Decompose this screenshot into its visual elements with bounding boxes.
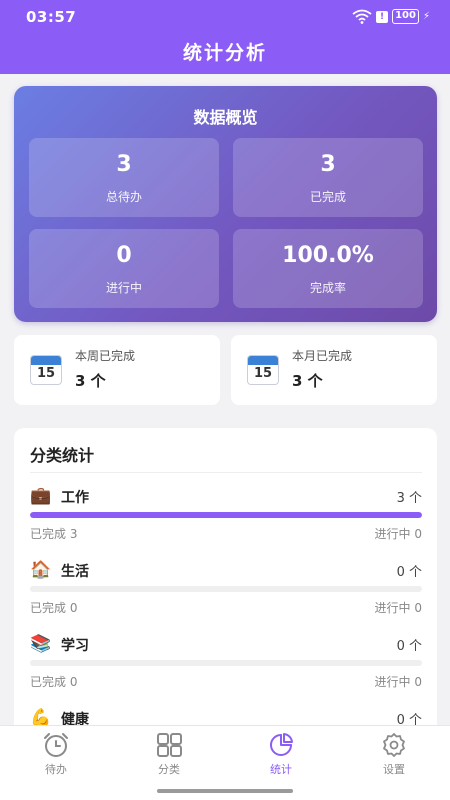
house-icon: 🏠	[30, 560, 52, 580]
app-header: 03:57 ! 100 ⚡ 统计分析	[0, 0, 450, 74]
category-count: 3 个	[396, 491, 422, 506]
category-count: 0 个	[396, 639, 422, 654]
stat-in-progress: 0 进行中	[29, 229, 219, 308]
category-name: 学习	[61, 638, 89, 654]
category-progress-bar	[30, 660, 422, 666]
category-in-progress: 进行中 0	[374, 527, 422, 541]
month-completed-label: 本月已完成	[292, 349, 353, 363]
category-name: 生活	[61, 564, 89, 580]
page-title: 统计分析	[182, 42, 267, 64]
tab-todo[interactable]: 待办	[16, 732, 96, 780]
status-time: 03:57	[26, 8, 77, 26]
week-completed-value: 3 个	[75, 372, 106, 390]
week-completed-card: 15 本周已完成 3 个	[14, 335, 220, 405]
month-completed-value: 3 个	[292, 372, 323, 390]
books-icon: 📚	[30, 634, 52, 654]
category-done: 已完成 0	[30, 675, 78, 689]
tab-label: 设置	[383, 763, 405, 776]
category-progress-bar	[30, 586, 422, 592]
category-in-progress: 进行中 0	[374, 675, 422, 689]
pie-chart-icon	[270, 733, 293, 756]
stat-value: 0	[116, 243, 132, 268]
stat-label: 完成率	[309, 281, 346, 295]
briefcase-icon: 💼	[30, 486, 52, 506]
tab-categories[interactable]: 分类	[129, 732, 209, 780]
tab-label: 统计	[270, 763, 292, 776]
category-progress-bar	[30, 512, 422, 518]
alert-icon: !	[376, 10, 389, 23]
stat-value: 100.0%	[282, 243, 374, 268]
stat-label: 总待办	[105, 190, 142, 204]
category-in-progress: 进行中 0	[374, 601, 422, 615]
overview-card: 数据概览 3 总待办 3 已完成 0 进行中 100.0% 完成率	[14, 86, 437, 322]
tab-label: 分类	[158, 763, 180, 776]
tab-statistics[interactable]: 统计	[241, 732, 321, 780]
stat-total-todo: 3 总待办	[29, 138, 219, 217]
category-done: 已完成 0	[30, 601, 78, 615]
gear-icon	[383, 733, 405, 757]
battery-icon: 100	[392, 9, 419, 24]
category-item-life[interactable]: 🏠 生活 0 个 已完成 0 进行中 0	[30, 560, 422, 632]
month-completed-card: 15 本月已完成 3 个	[231, 335, 437, 405]
category-done: 已完成 3	[30, 527, 78, 541]
tab-settings[interactable]: 设置	[354, 732, 434, 780]
calendar-icon: 15	[247, 355, 279, 385]
status-bar: 03:57 ! 100 ⚡	[0, 0, 450, 34]
charging-icon: ⚡	[422, 11, 430, 22]
category-count: 0 个	[396, 565, 422, 580]
status-icons: ! 100 ⚡	[352, 9, 430, 24]
calendar-icon: 15	[30, 355, 62, 385]
alarm-clock-icon	[44, 733, 68, 757]
home-indicator[interactable]	[157, 789, 293, 793]
stat-completed: 3 已完成	[233, 138, 423, 217]
wifi-icon	[352, 9, 372, 24]
category-progress-fill	[30, 512, 422, 518]
category-stats-card: 分类统计 💼 工作 3 个 已完成 3 进行中 0 🏠 生活 0 个 已完成 0…	[14, 428, 437, 738]
category-item-study[interactable]: 📚 学习 0 个 已完成 0 进行中 0	[30, 634, 422, 706]
stat-value: 3	[116, 152, 132, 177]
stat-value: 3	[320, 152, 336, 177]
divider	[30, 472, 422, 473]
stat-label: 已完成	[309, 190, 346, 204]
category-name: 工作	[61, 490, 89, 506]
grid-icon	[157, 733, 182, 757]
category-stats-title: 分类统计	[30, 446, 95, 465]
overview-title: 数据概览	[193, 108, 258, 127]
stat-label: 进行中	[105, 281, 142, 295]
stat-completion-rate: 100.0% 完成率	[233, 229, 423, 308]
category-item-work[interactable]: 💼 工作 3 个 已完成 3 进行中 0	[30, 486, 422, 558]
week-completed-label: 本周已完成	[75, 349, 136, 363]
tab-label: 待办	[45, 763, 67, 776]
